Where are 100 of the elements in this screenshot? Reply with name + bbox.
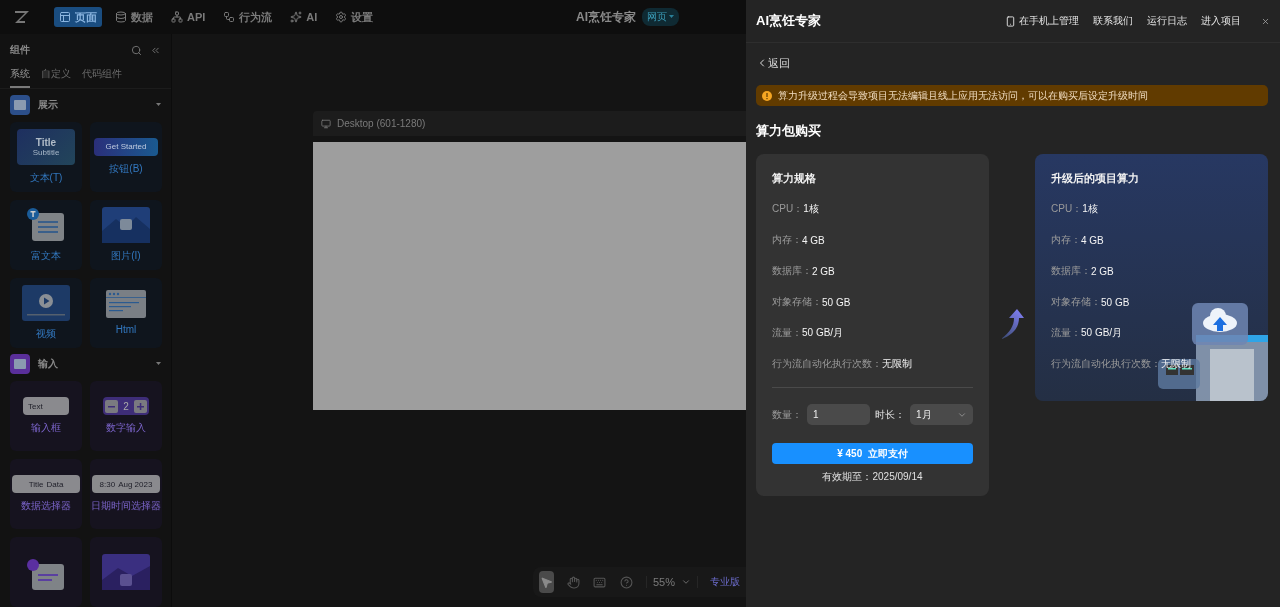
tile-label: Html	[115, 324, 137, 336]
spec-label: 内存：	[772, 233, 802, 247]
platform-dropdown[interactable]: 网页	[642, 8, 679, 26]
thumbnail-text: 2	[123, 400, 129, 412]
nav-tab[interactable]: AI	[285, 7, 323, 27]
tile-label: 数据选择器	[21, 499, 71, 513]
component-tile[interactable]	[10, 537, 82, 607]
pages-icon	[59, 11, 71, 23]
network-icon	[171, 11, 183, 23]
spec-label: 对象存储：	[772, 295, 822, 309]
tile-label: 日期时间选择器	[91, 499, 161, 513]
thumbnail-text: 8:30	[99, 479, 116, 489]
warning-text: 算力升级过程会导致项目无法编辑且线上应用无法访问，可以在购买后设定升级时间	[778, 88, 1148, 103]
header-link[interactable]: 运行日志	[1147, 14, 1187, 28]
tile-label: 输入框	[31, 421, 61, 435]
component-tile[interactable]: Text 输入框	[10, 381, 82, 451]
header-link[interactable]: 联系我们	[1093, 14, 1133, 28]
expiry-text: 有效期至：2025/09/14	[821, 470, 924, 484]
spec-label: 内存：	[1051, 233, 1081, 247]
thumbnail-text: Text	[28, 401, 43, 411]
caret-icon[interactable]	[156, 362, 161, 367]
component-tile[interactable]: Title Subtitle 文本(T)	[10, 121, 82, 192]
nav-tab[interactable]: 设置	[330, 7, 379, 27]
component-tile[interactable]: 2 数字输入	[90, 381, 162, 451]
upgrade-arrow-icon	[1000, 308, 1024, 340]
search-icon[interactable]	[131, 44, 142, 56]
spec-value: 4 GB	[802, 234, 825, 246]
edition-link[interactable]: 专业版	[709, 575, 740, 589]
tile-label: 文本(T)	[29, 170, 63, 185]
component-tile[interactable]: Get Started 按钮(B)	[90, 121, 162, 192]
group-label: 输入	[38, 357, 58, 372]
thumbnail-text: Get Started	[105, 142, 147, 152]
caret-icon[interactable]	[156, 103, 161, 108]
card-title: 算力规格	[772, 171, 817, 185]
spec-value: 无限制	[1161, 357, 1191, 371]
minus-icon	[105, 399, 118, 413]
duration-select[interactable]: 1月	[910, 404, 973, 425]
quantity-field[interactable]: 1	[807, 404, 870, 425]
panel-tab[interactable]: 自定义	[41, 66, 71, 88]
close-icon[interactable]	[1261, 16, 1270, 26]
nav-tab[interactable]: 数据	[110, 7, 158, 27]
panel-tab[interactable]: 系统	[10, 66, 30, 88]
spec-value: 50 GB	[1101, 296, 1130, 308]
component-tile[interactable]: 富文本	[10, 199, 82, 270]
spec-label: 行为流自动化执行次数：	[772, 357, 882, 371]
thumbnail-text: Data	[46, 479, 64, 489]
panel-tab[interactable]: 代码组件	[82, 66, 122, 88]
spec-value: 1核	[803, 202, 819, 216]
component-tile[interactable]	[90, 537, 162, 607]
tile-label: 按钮(B)	[109, 161, 143, 176]
thumbnail-text: Subtitle	[32, 147, 60, 157]
header-link[interactable]: 在手机上管理	[1005, 14, 1079, 28]
spec-label: CPU：	[1051, 202, 1083, 216]
spec-value: 50 GB	[822, 296, 851, 308]
spec-label: 对象存储：	[1051, 295, 1101, 309]
component-tile[interactable]: 视频	[10, 277, 82, 348]
browser-window-icon	[106, 290, 146, 319]
component-tile[interactable]: 图片(I)	[90, 199, 162, 270]
section-heading: 算力包购买	[756, 122, 822, 140]
panel-title: 组件	[10, 43, 30, 58]
thumbnail-text: Aug 2023	[118, 479, 153, 489]
spec-label: 流量：	[772, 326, 802, 340]
spec-value: 2 GB	[1091, 265, 1114, 277]
spec-label: 行为流自动化执行次数：	[1051, 357, 1161, 371]
zoom-dropdown[interactable]: 55%	[645, 576, 698, 588]
logo-icon	[14, 10, 30, 24]
spec-value: 1核	[1082, 202, 1098, 216]
spec-label: 数据库：	[772, 264, 812, 278]
spec-value: 无限制	[882, 357, 912, 371]
drawer-title: AI烹饪专家	[756, 12, 821, 30]
tile-label: 数字输入	[106, 421, 146, 435]
card-title: 升级后的项目算力	[1051, 171, 1140, 185]
pay-button[interactable]: ¥ 450 立即支付	[772, 443, 973, 464]
database-icon	[115, 11, 127, 23]
video-thumbnail-icon	[22, 284, 70, 321]
sparkles-icon	[290, 11, 303, 23]
spec-value: 50 GB/月	[1081, 326, 1123, 340]
pointer-icon	[539, 575, 553, 589]
tile-label: 图片(I)	[111, 248, 141, 263]
spec-label: CPU：	[772, 202, 804, 216]
component-tile[interactable]: Html	[90, 277, 162, 348]
field-label: 数量：	[772, 407, 802, 422]
thumbnail-text: Title	[35, 136, 57, 148]
phone-icon	[1005, 15, 1016, 27]
hand-icon	[566, 575, 580, 589]
project-title: AI烹饪专家	[576, 8, 636, 26]
thumbnail-text: Title	[28, 479, 44, 489]
nav-tab[interactable]: API	[166, 7, 211, 27]
nav-tab[interactable]: 行为流	[218, 7, 278, 27]
component-tile[interactable]: 8:30 Aug 2023 日期时间选择器	[90, 459, 162, 529]
pointer-tool[interactable]	[539, 571, 554, 593]
header-link[interactable]: 进入项目	[1201, 14, 1241, 28]
group-label: 展示	[38, 98, 58, 113]
caret-icon	[669, 15, 674, 19]
spec-value: 50 GB/月	[802, 326, 844, 340]
component-tile[interactable]: Title Data 数据选择器	[10, 459, 82, 529]
nav-tab[interactable]: 页面	[54, 7, 102, 27]
back-link[interactable]: 返回	[756, 55, 790, 71]
tile-label: 富文本	[31, 248, 61, 263]
frame-label: Desktop (601-1280)	[337, 118, 426, 129]
